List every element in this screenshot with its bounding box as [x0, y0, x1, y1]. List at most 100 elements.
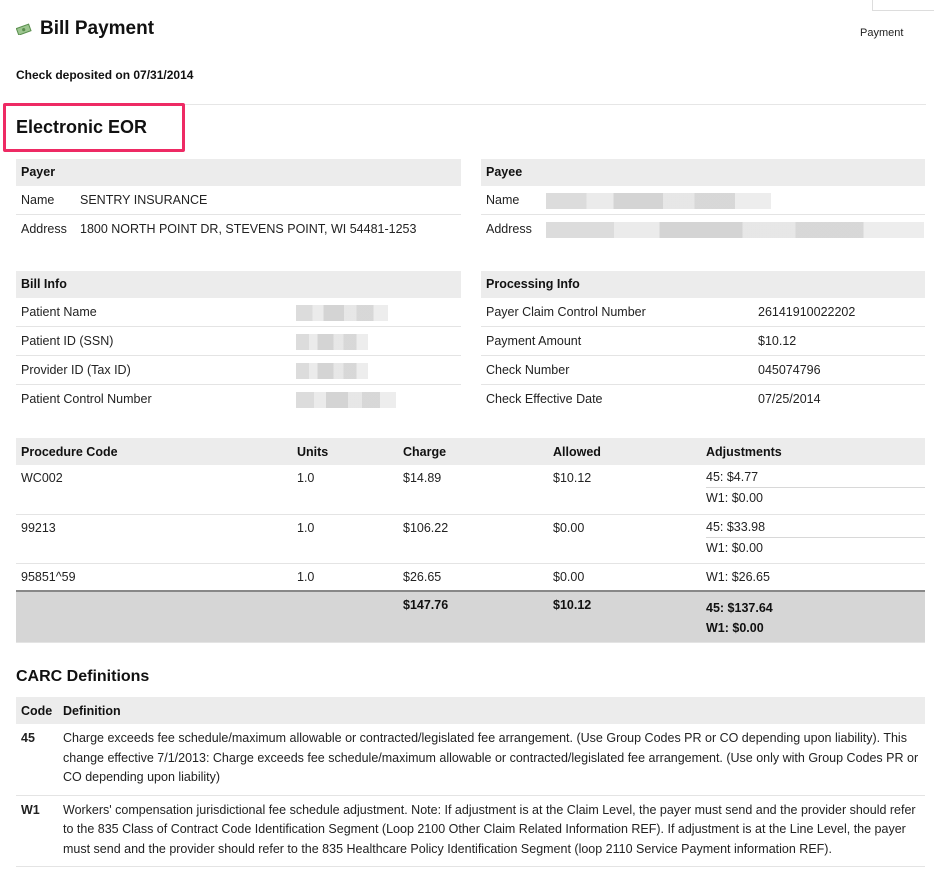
redacted-patient-control [296, 385, 396, 413]
patient-control-row: Patient Control Number [16, 385, 461, 413]
payer-name-label: Name [21, 193, 55, 207]
payer-name-row: Name SENTRY INSURANCE [16, 186, 461, 215]
charge: $106.22 [398, 514, 548, 564]
redacted-patient-id [296, 327, 368, 355]
carc-code: W1 [16, 795, 58, 867]
payment-amount-row: Payment Amount $10.12 [481, 327, 925, 356]
redacted-provider-id [296, 356, 368, 384]
check-deposited-line: Check deposited on 07/31/2014 [16, 68, 193, 82]
page-title: Bill Payment [16, 18, 154, 40]
table-row: 45 Charge exceeds fee schedule/maximum a… [16, 724, 925, 796]
adjustment-45: 45: $33.98 [706, 517, 925, 538]
patient-name-label: Patient Name [21, 305, 97, 319]
total-charge: $147.76 [398, 590, 548, 643]
total-adjustments: 45: $137.64 W1: $0.00 [701, 590, 925, 643]
bill-info-panel: Bill Info Patient Name Patient ID (SSN) … [16, 271, 461, 413]
patient-id-label: Patient ID (SSN) [21, 334, 114, 348]
processing-info-header: Processing Info [481, 271, 925, 298]
check-date-row: Check Effective Date 07/25/2014 [481, 385, 925, 413]
check-number-row: Check Number 045074796 [481, 356, 925, 385]
carc-definition: Workers' compensation jurisdictional fee… [58, 795, 925, 867]
table-row: 99213 1.0 $106.22 $0.00 45: $33.98 W1: $… [16, 514, 925, 564]
processing-info-panel: Processing Info Payer Claim Control Numb… [481, 271, 925, 413]
deposited-date: 07/31/2014 [133, 68, 194, 82]
payee-header: Payee [481, 159, 925, 186]
deposited-label: Check deposited on [16, 68, 131, 82]
payer-address-label: Address [21, 222, 67, 236]
claim-control-label: Payer Claim Control Number [486, 305, 646, 319]
carc-header-row: Code Definition [16, 697, 925, 724]
procedure-header-row: Procedure Code Units Charge Allowed Adju… [16, 438, 925, 465]
patient-name-row: Patient Name [16, 298, 461, 327]
carc-heading: CARC Definitions [16, 668, 150, 685]
money-icon [16, 23, 32, 35]
charge: $26.65 [398, 563, 548, 592]
table-row: 95851^59 1.0 $26.65 $0.00 W1: $26.65 [16, 563, 925, 592]
adjustment-w1: W1: $0.00 [706, 491, 763, 505]
allowed: $10.12 [548, 465, 701, 515]
col-charge: Charge [398, 438, 548, 465]
check-number-value: 045074796 [758, 363, 821, 377]
col-definition: Definition [58, 697, 925, 724]
highlight-box [3, 103, 185, 152]
total-allowed: $10.12 [548, 590, 701, 643]
breadcrumb-payment[interactable]: Payment [860, 27, 903, 39]
payee-address-label: Address [486, 222, 532, 236]
provider-id-row: Provider ID (Tax ID) [16, 356, 461, 385]
payee-panel: Payee Name Address [481, 159, 925, 243]
procedure-table: Procedure Code Units Charge Allowed Adju… [16, 438, 925, 643]
col-allowed: Allowed [548, 438, 701, 465]
total-label-cell [16, 590, 292, 643]
payer-name-value: SENTRY INSURANCE [80, 193, 208, 207]
col-adjustments: Adjustments [701, 438, 925, 465]
units: 1.0 [292, 563, 398, 592]
adjustments: W1: $26.65 [701, 563, 925, 592]
redacted-patient-name [296, 298, 388, 326]
procedure-code: 95851^59 [16, 563, 292, 592]
patient-id-row: Patient ID (SSN) [16, 327, 461, 356]
total-adjustment-45: 45: $137.64 [706, 601, 773, 615]
payer-panel: Payer Name SENTRY INSURANCE Address 1800… [16, 159, 461, 243]
procedure-code: 99213 [16, 514, 292, 564]
adjustments: 45: $4.77 W1: $0.00 [701, 465, 925, 515]
adjustment-w1: W1: $0.00 [706, 540, 763, 555]
adjustments: 45: $33.98 W1: $0.00 [701, 514, 925, 564]
col-procedure-code: Procedure Code [16, 438, 292, 465]
payment-amount-value: $10.12 [758, 334, 797, 348]
check-date-label: Check Effective Date [486, 392, 603, 406]
check-date-value: 07/25/2014 [758, 392, 821, 406]
units: 1.0 [292, 514, 398, 564]
payer-header: Payer [16, 159, 461, 186]
total-row: $147.76 $10.12 45: $137.64 W1: $0.00 [16, 590, 925, 643]
bill-info-header: Bill Info [16, 271, 461, 298]
col-code: Code [16, 697, 58, 724]
claim-control-row: Payer Claim Control Number 2614191002220… [481, 298, 925, 327]
total-adjustment-w1: W1: $0.00 [706, 621, 764, 635]
table-row: WC002 1.0 $14.89 $10.12 45: $4.77 W1: $0… [16, 465, 925, 515]
top-right-frame [872, 0, 934, 11]
payer-address-value: 1800 NORTH POINT DR, STEVENS POINT, WI 5… [80, 222, 417, 236]
col-units: Units [292, 438, 398, 465]
provider-id-label: Provider ID (Tax ID) [21, 363, 131, 377]
total-units-cell [292, 590, 398, 643]
units: 1.0 [292, 465, 398, 515]
claim-control-value: 26141910022202 [758, 305, 856, 319]
check-number-label: Check Number [486, 363, 570, 377]
adjustment-45: 45: $4.77 [706, 467, 925, 488]
carc-definition: Charge exceeds fee schedule/maximum allo… [58, 724, 925, 796]
charge: $14.89 [398, 465, 548, 515]
patient-control-label: Patient Control Number [21, 392, 152, 406]
payee-name-label: Name [486, 193, 520, 207]
redacted-payee-name [546, 186, 771, 214]
payer-address-row: Address 1800 NORTH POINT DR, STEVENS POI… [16, 215, 461, 243]
procedure-code: WC002 [16, 465, 292, 515]
page-title-text: Bill Payment [40, 18, 155, 39]
payee-address-row: Address [481, 215, 925, 243]
allowed: $0.00 [548, 514, 701, 564]
carc-code: 45 [16, 724, 58, 796]
allowed: $0.00 [548, 563, 701, 592]
payee-name-row: Name [481, 186, 925, 215]
carc-table: Code Definition 45 Charge exceeds fee sc… [16, 697, 925, 867]
redacted-payee-address [546, 215, 924, 243]
payment-amount-label: Payment Amount [486, 334, 582, 348]
